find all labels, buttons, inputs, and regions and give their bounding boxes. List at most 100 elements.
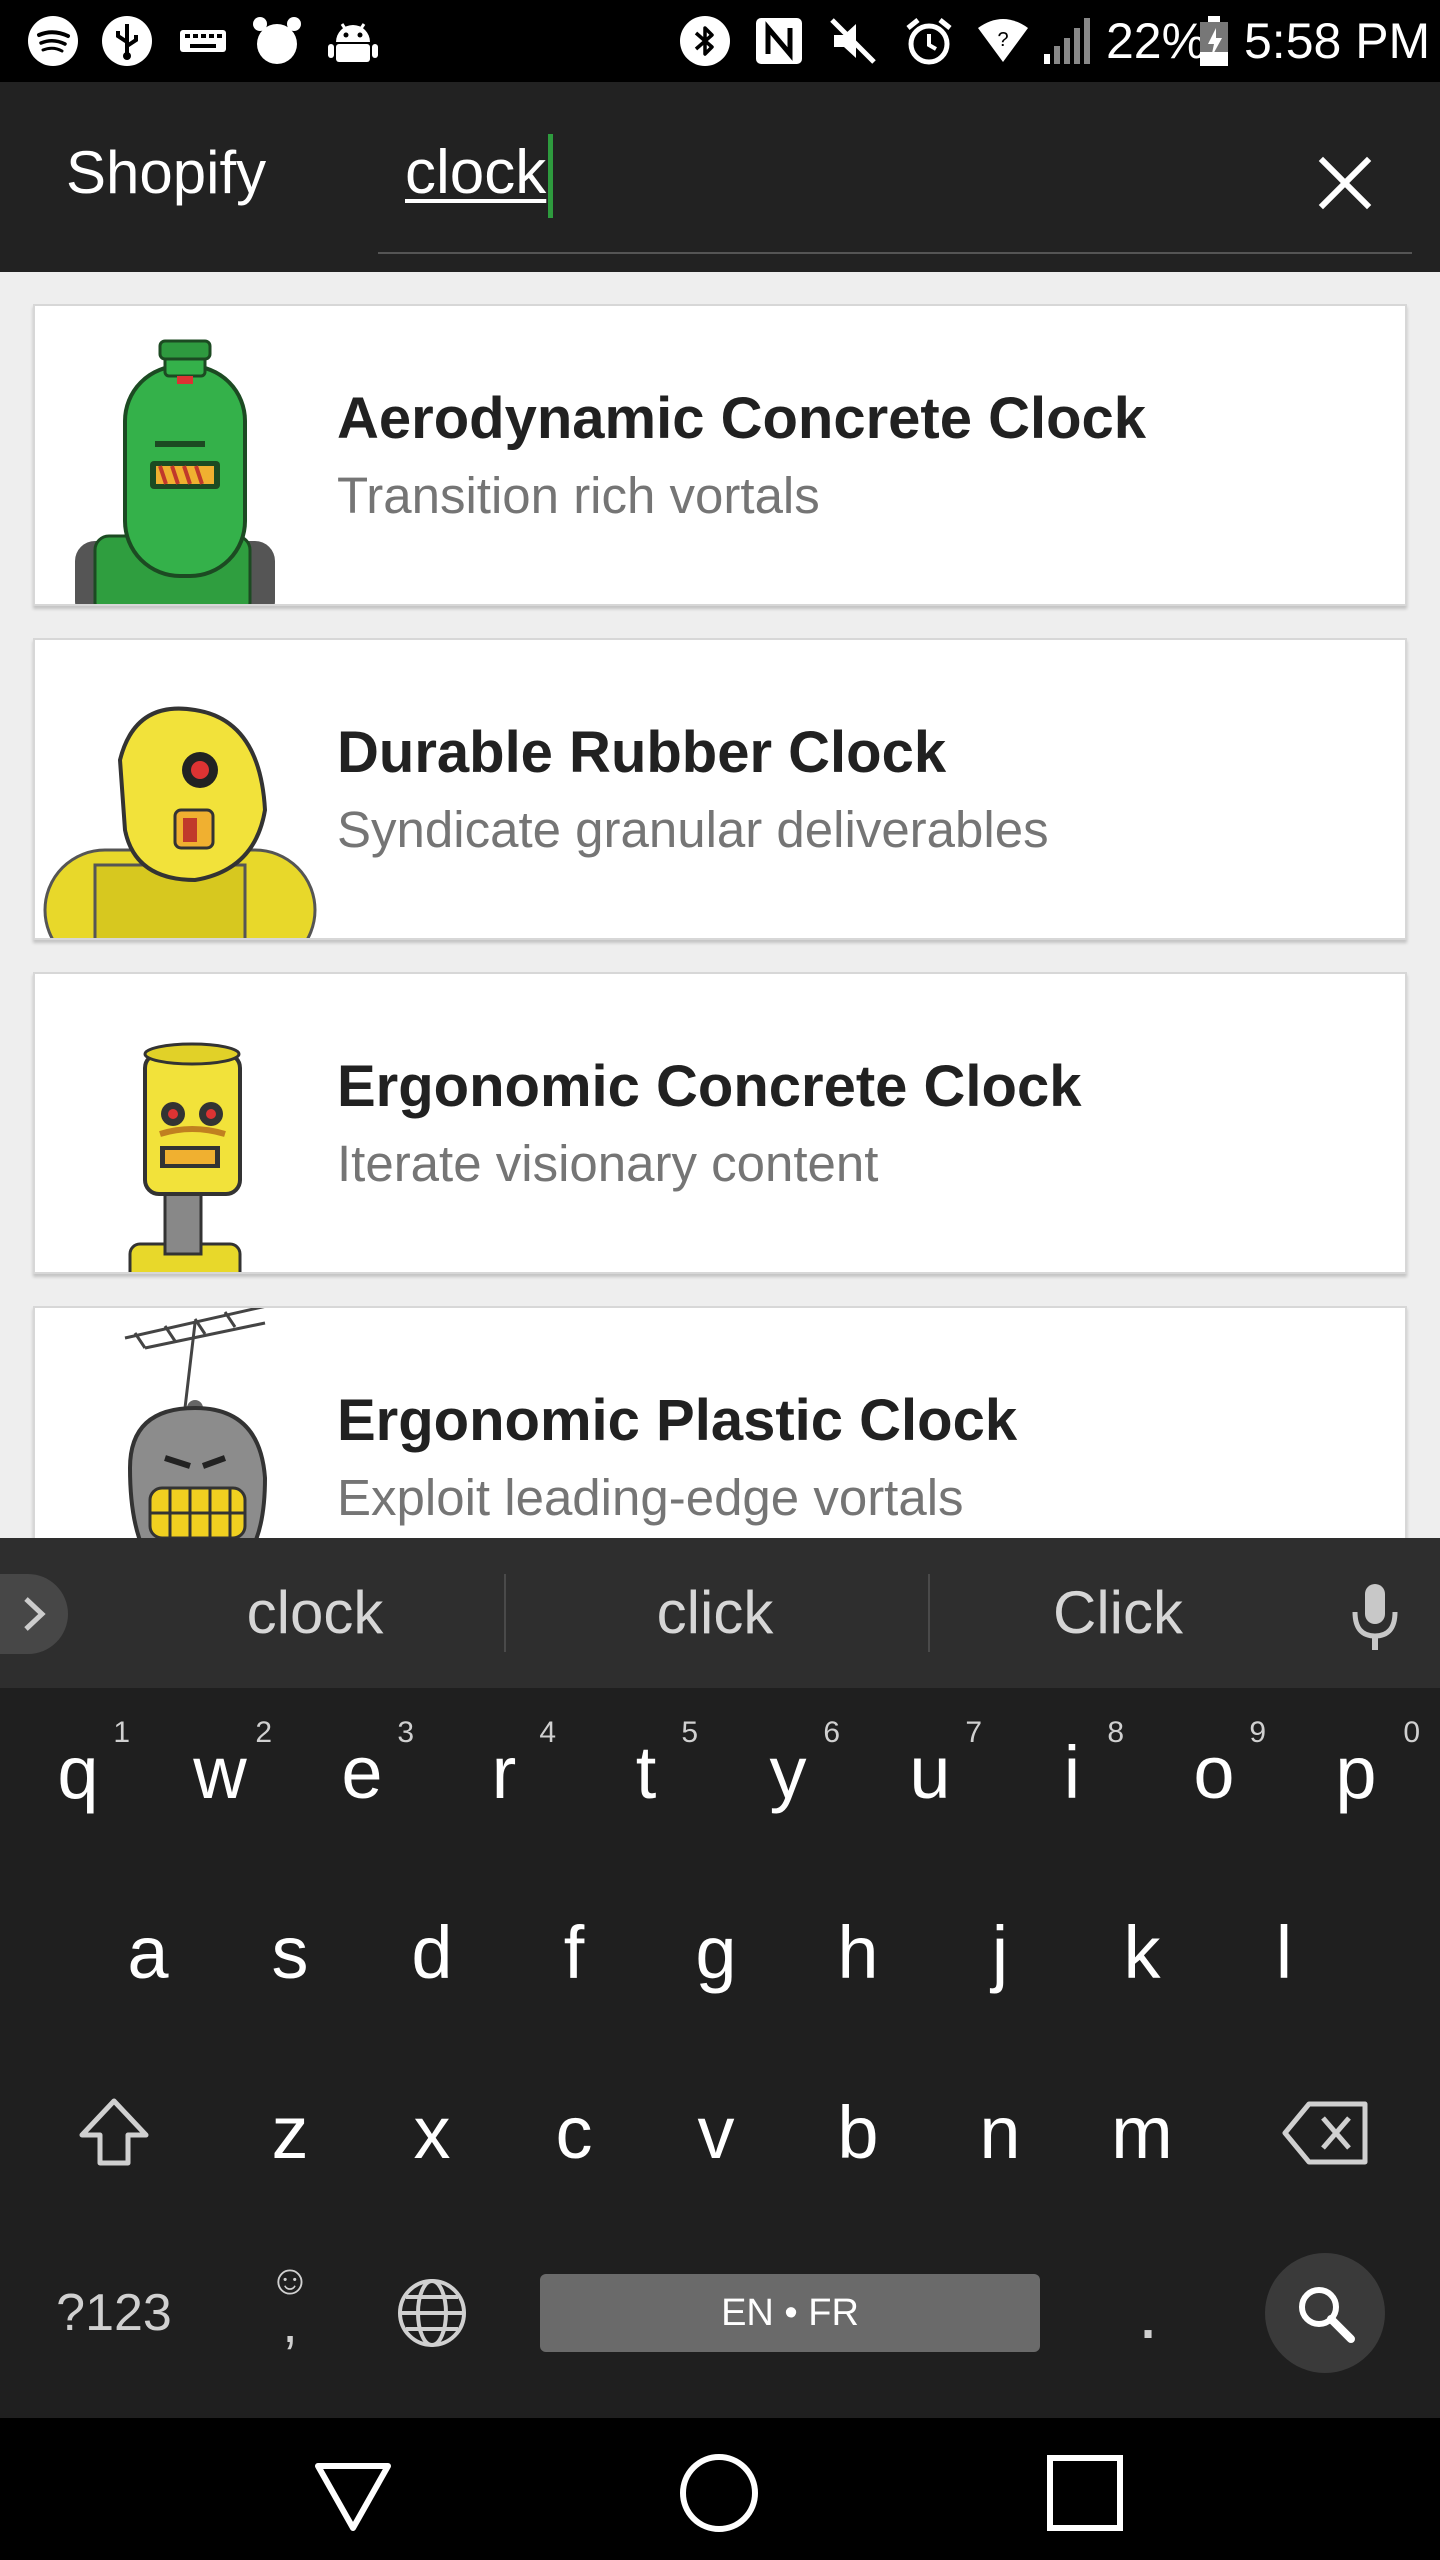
key-j[interactable]: j xyxy=(930,1868,1070,2038)
backspace-key[interactable] xyxy=(1256,2048,1396,2218)
key-label: b xyxy=(837,2091,879,2174)
key-z[interactable]: z xyxy=(220,2048,360,2218)
key-label: n xyxy=(979,2091,1021,2174)
spotify-icon xyxy=(26,14,80,68)
key-p[interactable]: p0 xyxy=(1286,1688,1426,1858)
key-label: ?123 xyxy=(56,2284,172,2342)
home-button[interactable] xyxy=(674,2448,764,2538)
key-h[interactable]: h xyxy=(788,1868,928,2038)
battery-icon xyxy=(1196,14,1232,68)
key-m[interactable]: m xyxy=(1072,2048,1212,2218)
key-k[interactable]: k xyxy=(1072,1868,1212,2038)
key-label: x xyxy=(413,2091,451,2174)
key-label: m xyxy=(1111,2091,1173,2174)
alarm-clock-icon xyxy=(250,14,304,68)
key-q[interactable]: q1 xyxy=(8,1688,148,1858)
key-f[interactable]: f xyxy=(504,1868,644,2038)
key-g[interactable]: g xyxy=(646,1868,786,2038)
key-hint: 5 xyxy=(681,1716,698,1749)
key-d[interactable]: d xyxy=(362,1868,502,2038)
result-card[interactable]: Ergonomic Plastic Clock Exploit leading-… xyxy=(33,1306,1407,1538)
result-card[interactable]: Ergonomic Concrete Clock Iterate visiona… xyxy=(33,972,1407,1274)
suggestion-divider xyxy=(504,1574,506,1652)
key-label: u xyxy=(909,1731,951,1814)
result-subtitle: Iterate visionary content xyxy=(337,1135,879,1192)
suggestion-1[interactable]: clock xyxy=(155,1578,475,1648)
home-icon xyxy=(680,2454,758,2532)
emoji-key[interactable]: ☺ , xyxy=(220,2228,360,2398)
result-title: Ergonomic Concrete Clock xyxy=(337,1054,1082,1119)
navigation-bar xyxy=(0,2418,1440,2560)
key-s[interactable]: s xyxy=(220,1868,360,2038)
key-n[interactable]: n xyxy=(930,2048,1070,2218)
symbols-key[interactable]: ?123 xyxy=(44,2228,184,2398)
results-list: Aerodynamic Concrete Clock Transition ri… xyxy=(0,272,1440,1538)
search-key[interactable] xyxy=(1265,2253,1385,2373)
key-a[interactable]: a xyxy=(78,1868,218,2038)
key-label: k xyxy=(1123,1911,1161,1994)
key-label: w xyxy=(193,1731,247,1814)
key-label: t xyxy=(635,1731,657,1814)
product-image xyxy=(35,974,335,1272)
recents-button[interactable] xyxy=(1040,2448,1130,2538)
signal-icon xyxy=(1040,14,1094,68)
app-title: Shopify xyxy=(66,139,267,206)
usb-icon xyxy=(100,14,154,68)
product-image xyxy=(35,1308,335,1538)
shift-key[interactable] xyxy=(44,2048,184,2218)
nfc-icon xyxy=(752,14,806,68)
key-y[interactable]: y6 xyxy=(718,1688,858,1858)
bluetooth-icon xyxy=(678,14,732,68)
key-label: i xyxy=(1063,1731,1081,1814)
result-card[interactable]: Aerodynamic Concrete Clock Transition ri… xyxy=(33,304,1407,606)
key-x[interactable]: x xyxy=(362,2048,502,2218)
result-card[interactable]: Durable Rubber Clock Syndicate granular … xyxy=(33,638,1407,940)
back-button[interactable] xyxy=(308,2448,398,2538)
key-t[interactable]: t5 xyxy=(576,1688,716,1858)
key-label: q xyxy=(57,1731,99,1814)
result-title: Aerodynamic Concrete Clock xyxy=(337,386,1147,451)
key-o[interactable]: o9 xyxy=(1144,1688,1284,1858)
voice-input-button[interactable] xyxy=(1340,1576,1410,1656)
key-hint: 9 xyxy=(1249,1716,1266,1749)
expand-suggestions-button[interactable] xyxy=(0,1574,68,1654)
key-label: a xyxy=(127,1911,169,1994)
product-image xyxy=(35,306,335,604)
android-icon xyxy=(326,14,380,68)
key-r[interactable]: r4 xyxy=(434,1688,574,1858)
mute-icon xyxy=(826,14,880,68)
key-label: j xyxy=(991,1911,1009,1994)
period-key[interactable]: . xyxy=(1078,2228,1218,2398)
key-w[interactable]: w2 xyxy=(150,1688,290,1858)
clear-search-button[interactable] xyxy=(1300,138,1390,228)
key-label: p xyxy=(1335,1731,1377,1814)
search-underline xyxy=(378,252,1412,254)
globe-icon xyxy=(398,2279,466,2347)
mic-icon xyxy=(1352,1584,1398,1650)
key-hint: 8 xyxy=(1107,1716,1124,1749)
text-caret xyxy=(548,134,553,218)
svg-text:?: ? xyxy=(997,29,1008,51)
key-label: y xyxy=(769,1731,807,1814)
suggestion-divider xyxy=(928,1574,930,1652)
suggestion-3[interactable]: Click xyxy=(958,1578,1278,1648)
wifi-icon: ? xyxy=(976,14,1030,68)
key-u[interactable]: u7 xyxy=(860,1688,1000,1858)
key-v[interactable]: v xyxy=(646,2048,786,2218)
key-c[interactable]: c xyxy=(504,2048,644,2218)
key-l[interactable]: l xyxy=(1214,1868,1354,2038)
recents-icon xyxy=(1047,2455,1123,2531)
result-title: Ergonomic Plastic Clock xyxy=(337,1388,1018,1453)
key-label: f xyxy=(563,1911,585,1994)
key-label: v xyxy=(697,2091,735,2174)
key-e[interactable]: e3 xyxy=(292,1688,432,1858)
search-input[interactable]: clock xyxy=(405,138,546,208)
result-title: Durable Rubber Clock xyxy=(337,720,947,785)
language-key[interactable] xyxy=(362,2228,502,2398)
result-subtitle: Transition rich vortals xyxy=(337,467,820,524)
key-i[interactable]: i8 xyxy=(1002,1688,1142,1858)
grey-antenna-robot-image xyxy=(124,1308,268,1538)
space-key[interactable]: EN • FR xyxy=(540,2274,1040,2352)
suggestion-2[interactable]: click xyxy=(555,1578,875,1648)
key-b[interactable]: b xyxy=(788,2048,928,2218)
